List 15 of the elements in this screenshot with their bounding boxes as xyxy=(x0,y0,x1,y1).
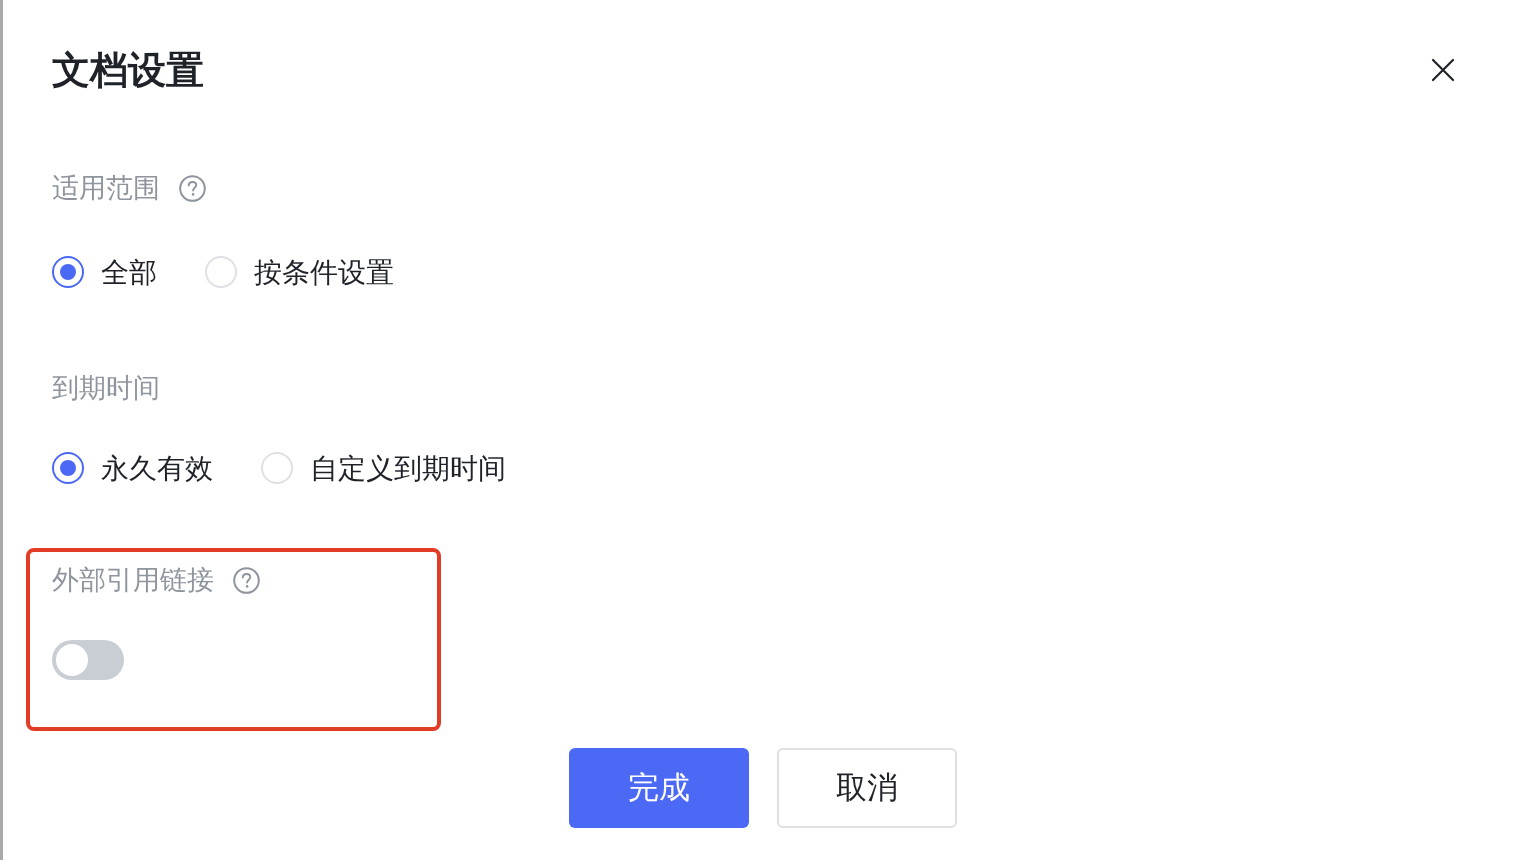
close-icon xyxy=(1431,58,1455,82)
close-button[interactable] xyxy=(1431,58,1455,82)
confirm-button[interactable]: 完成 xyxy=(569,748,749,828)
radio-button[interactable] xyxy=(52,256,84,288)
dialog-title: 文档设置 xyxy=(52,47,204,94)
option-label[interactable]: 永久有效 xyxy=(101,450,213,486)
section-label: 适用范围 xyxy=(52,171,160,205)
toggle-switch[interactable] xyxy=(52,640,124,680)
radio-button[interactable] xyxy=(52,452,84,484)
option-label[interactable]: 按条件设置 xyxy=(254,254,394,290)
option-label[interactable]: 自定义到期时间 xyxy=(310,450,506,486)
option-label[interactable]: 全部 xyxy=(101,254,157,290)
section-label: 到期时间 xyxy=(52,371,160,405)
section-label: 外部引用链接 xyxy=(52,563,214,597)
cancel-button[interactable]: 取消 xyxy=(777,748,957,828)
